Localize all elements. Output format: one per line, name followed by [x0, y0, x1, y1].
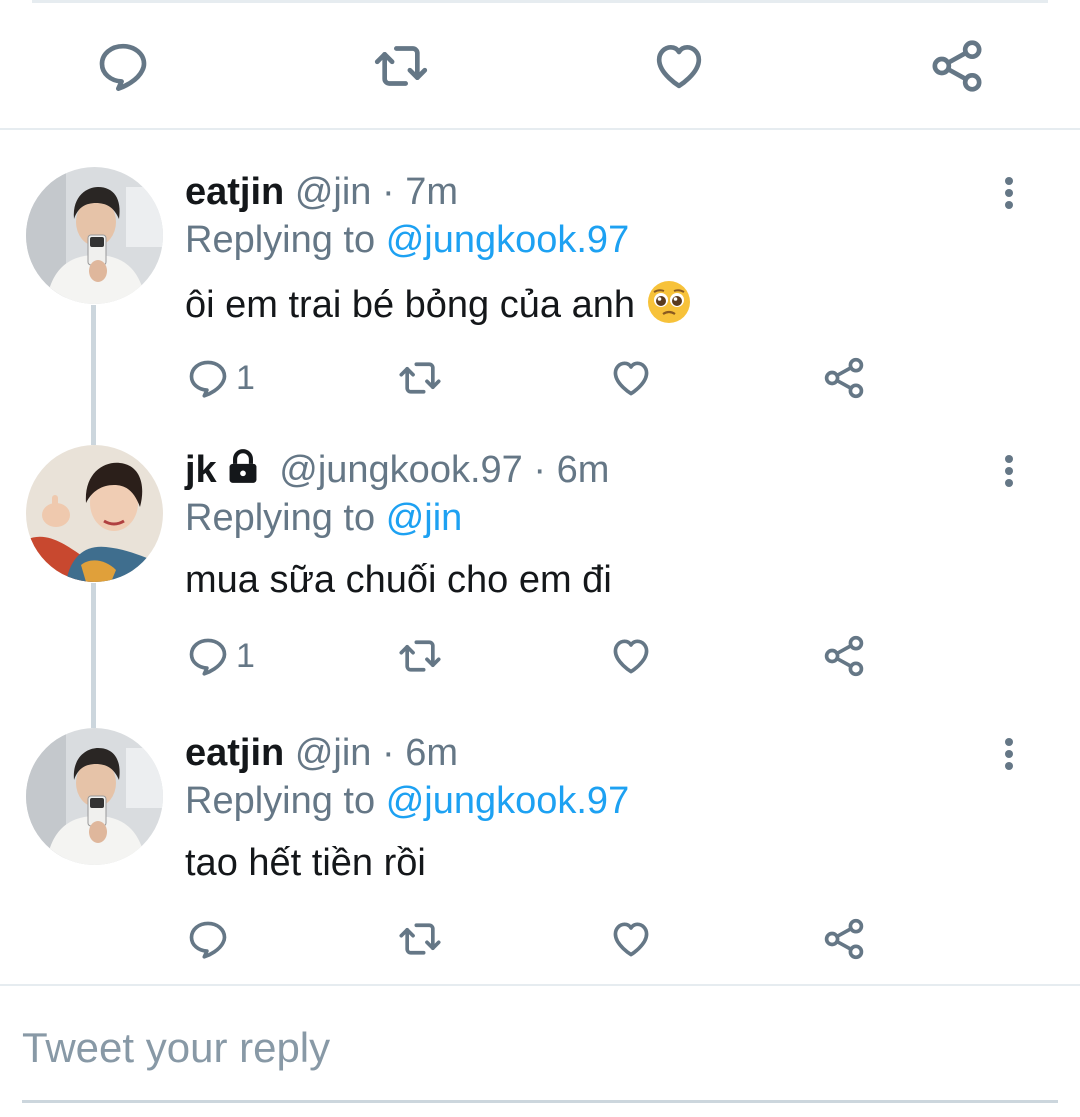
retweet-icon — [399, 640, 441, 672]
comment-icon — [189, 360, 227, 398]
display-name[interactable]: eatjin — [185, 171, 284, 213]
separator-dot: · — [381, 732, 395, 774]
reply-tweet[interactable]: eatjin @jin · 7m Replying to @jungkook.9… — [0, 167, 1080, 447]
like-button[interactable] — [609, 631, 653, 681]
avatar[interactable] — [26, 445, 163, 582]
user-handle[interactable]: @jin — [295, 171, 372, 213]
main-retweet-button[interactable] — [355, 20, 447, 112]
heart-icon — [656, 45, 702, 89]
tweet-header: eatjin @jin · 6m — [185, 730, 458, 776]
like-button[interactable] — [609, 353, 653, 403]
reply-tweet[interactable]: eatjin @jin · 6m Replying to @jungkook.9… — [0, 728, 1080, 1008]
input-underline — [22, 1100, 1058, 1103]
pleading-face-emoji — [646, 281, 692, 326]
tweet-body: ôi em trai bé bỏng của anh — [185, 284, 635, 326]
replying-to-line: Replying to @jin — [185, 495, 462, 541]
share-button[interactable] — [822, 914, 866, 964]
more-options-button[interactable] — [990, 451, 1028, 491]
avatar-image — [26, 167, 163, 304]
more-options-button[interactable] — [990, 734, 1028, 774]
reply-tweet[interactable]: jk @jungkook.97 · 6m Replying to @jin mu… — [0, 445, 1080, 725]
top-divider — [32, 0, 1048, 3]
comment-icon — [189, 921, 227, 959]
tweet-header: eatjin @jin · 7m — [185, 169, 458, 215]
mention-link[interactable]: @jungkook.97 — [386, 219, 630, 261]
reply-input[interactable] — [22, 1008, 1052, 1088]
like-button[interactable] — [609, 914, 653, 964]
mention-link[interactable]: @jin — [386, 497, 463, 539]
comment-icon — [189, 638, 227, 676]
avatar[interactable] — [26, 167, 163, 304]
tweet-header: jk @jungkook.97 · 6m — [185, 447, 609, 497]
reply-count: 1 — [236, 358, 255, 397]
reply-actions: 1 — [0, 353, 1080, 403]
share-button[interactable] — [822, 353, 866, 403]
reply-count: 1 — [236, 636, 255, 675]
reply-button[interactable]: 1 — [186, 353, 255, 403]
tweet-text: mua sữa chuối cho em đi — [185, 557, 612, 603]
replying-prefix: Replying to — [185, 780, 376, 822]
avatar[interactable] — [26, 728, 163, 865]
section-divider — [0, 128, 1080, 130]
reply-composer — [0, 990, 1080, 1117]
tweet-body: mua sữa chuối cho em đi — [185, 559, 612, 601]
comment-icon — [99, 43, 147, 91]
heart-icon — [613, 361, 649, 396]
replying-prefix: Replying to — [185, 497, 376, 539]
retweet-icon — [399, 923, 441, 955]
reply-button[interactable]: 1 — [186, 631, 255, 681]
reply-button[interactable] — [186, 914, 236, 964]
mention-link[interactable]: @jungkook.97 — [386, 780, 630, 822]
tweet-text: tao hết tiền rồi — [185, 840, 426, 886]
display-name[interactable]: jk — [185, 449, 217, 491]
timestamp[interactable]: 6m — [557, 449, 610, 491]
user-handle[interactable]: @jungkook.97 — [279, 449, 523, 491]
share-icon — [824, 357, 864, 399]
reply-actions: 1 — [0, 631, 1080, 681]
retweet-button[interactable] — [398, 631, 442, 681]
retweet-icon — [374, 46, 428, 86]
retweet-icon — [399, 362, 441, 394]
more-options-button[interactable] — [990, 173, 1028, 213]
share-icon — [932, 40, 982, 92]
lock-icon — [223, 448, 263, 497]
heart-icon — [613, 639, 649, 674]
main-share-button[interactable] — [911, 20, 1003, 112]
user-handle[interactable]: @jin — [295, 732, 372, 774]
separator-dot: · — [381, 171, 395, 213]
timestamp[interactable]: 6m — [405, 732, 458, 774]
share-button[interactable] — [822, 631, 866, 681]
heart-icon — [613, 922, 649, 957]
replying-to-line: Replying to @jungkook.97 — [185, 217, 629, 263]
share-icon — [824, 918, 864, 960]
replying-prefix: Replying to — [185, 219, 376, 261]
separator-dot: · — [533, 449, 546, 491]
reply-actions — [0, 914, 1080, 964]
tweet-body: tao hết tiền rồi — [185, 842, 426, 884]
avatar-image — [26, 728, 163, 865]
tweet-text: ôi em trai bé bỏng của anh — [185, 279, 692, 328]
share-icon — [824, 635, 864, 677]
retweet-button[interactable] — [398, 353, 442, 403]
timestamp[interactable]: 7m — [405, 171, 458, 213]
avatar-image — [26, 445, 163, 582]
retweet-button[interactable] — [398, 914, 442, 964]
main-tweet-actions — [0, 20, 1080, 112]
replying-to-line: Replying to @jungkook.97 — [185, 778, 629, 824]
section-divider — [0, 984, 1080, 986]
display-name[interactable]: eatjin — [185, 732, 284, 774]
main-like-button[interactable] — [633, 20, 725, 112]
main-reply-button[interactable] — [77, 20, 169, 112]
